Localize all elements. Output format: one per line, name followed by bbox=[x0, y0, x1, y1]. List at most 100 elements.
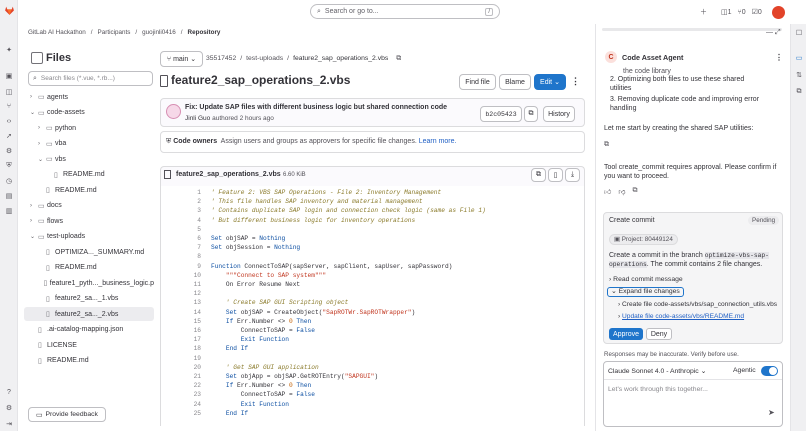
minimize-icon[interactable]: — bbox=[766, 29, 773, 36]
file-change-item[interactable]: › Create file code-assets/vbs/sap_connec… bbox=[618, 300, 782, 309]
monitor-icon[interactable]: ◷ bbox=[3, 175, 15, 187]
tree-file[interactable]: ▯ README.md bbox=[24, 261, 154, 275]
breadcrumb-group[interactable]: GitLab AI Hackathon bbox=[28, 29, 86, 39]
issues-counter[interactable]: ◫1 bbox=[721, 8, 732, 16]
issues-icon[interactable]: ◫ bbox=[3, 86, 15, 98]
line-number[interactable]: 14 bbox=[161, 308, 201, 317]
search-bar[interactable]: ⌕ Search or go to... / bbox=[310, 4, 500, 19]
pin-icon[interactable]: ✦ bbox=[3, 44, 15, 56]
tree-file[interactable]: ▯ feature2_sa..._2.vbs bbox=[24, 307, 154, 321]
more-actions-icon[interactable]: ⋮ bbox=[775, 53, 783, 62]
file-change-item[interactable]: › Update file code-assets/vbs/README.md bbox=[618, 312, 744, 321]
tree-folder[interactable]: ⌄ ▭ vbs bbox=[24, 152, 154, 166]
analytics-icon[interactable]: ▤ bbox=[3, 190, 15, 202]
tree-file[interactable]: ▯ README.md bbox=[24, 183, 154, 197]
line-number[interactable]: 7 bbox=[161, 243, 201, 252]
tree-file[interactable]: ▯ .ai-catalog-mapping.json bbox=[24, 323, 154, 337]
line-number[interactable]: 21 bbox=[161, 372, 201, 381]
chat-icon[interactable]: ▭ bbox=[793, 52, 805, 64]
line-number[interactable]: 19 bbox=[161, 354, 201, 363]
file-filter-input[interactable]: ⌕ Search files (*.vue, *.rb...) bbox=[28, 71, 153, 86]
suggestions-icon[interactable]: ⧉ bbox=[793, 86, 805, 98]
deploy-icon[interactable]: ⚙ bbox=[3, 145, 15, 157]
breadcrumb-project[interactable]: guojinli0416 bbox=[142, 29, 176, 39]
model-selector[interactable]: Claude Sonnet 4.0 - Anthropic ⌄ bbox=[608, 367, 706, 375]
provide-feedback-button[interactable]: ▭ Provide feedback bbox=[28, 407, 106, 422]
line-number[interactable]: 4 bbox=[161, 216, 201, 225]
line-number[interactable]: 10 bbox=[161, 271, 201, 280]
deny-button[interactable]: Deny bbox=[646, 328, 672, 340]
tree-folder[interactable]: › ▭ python bbox=[24, 121, 154, 135]
blame-button[interactable]: Blame bbox=[499, 74, 531, 90]
more-actions-icon[interactable]: ⋮ bbox=[571, 76, 580, 87]
gitlab-logo-icon[interactable] bbox=[3, 4, 15, 16]
thumbs-up-icon[interactable]: 👍︎ bbox=[604, 187, 611, 196]
chart-icon[interactable]: ▥ bbox=[3, 205, 15, 217]
help-icon[interactable]: ? bbox=[3, 386, 15, 398]
branch-selector[interactable]: ⑂ main ⌄ bbox=[160, 51, 203, 67]
file-change-link[interactable]: Update file code-assets/vbs/README.md bbox=[622, 313, 744, 320]
shield-icon[interactable]: ⛨ bbox=[3, 160, 15, 172]
line-number[interactable]: 13 bbox=[161, 298, 201, 307]
settings-icon[interactable]: ⚙ bbox=[3, 402, 15, 414]
line-number[interactable]: 16 bbox=[161, 326, 201, 335]
thumbs-down-icon[interactable]: 👎︎ bbox=[618, 187, 625, 196]
collapse-icon[interactable]: ⇥ bbox=[3, 418, 15, 430]
line-number[interactable]: 11 bbox=[161, 280, 201, 289]
read-commit-message-toggle[interactable]: › Read commit message bbox=[609, 275, 683, 284]
line-number[interactable]: 5 bbox=[161, 225, 201, 234]
tree-folder[interactable]: › ▭ agents bbox=[24, 90, 154, 104]
learn-more-link[interactable]: Learn more. bbox=[419, 138, 457, 145]
line-number[interactable]: 8 bbox=[161, 252, 201, 261]
line-number[interactable]: 22 bbox=[161, 381, 201, 390]
line-number[interactable]: 23 bbox=[161, 390, 201, 399]
line-number[interactable]: 9 bbox=[161, 262, 201, 271]
send-icon[interactable]: ➤ bbox=[768, 408, 775, 417]
tree-folder[interactable]: › ▭ flows bbox=[24, 214, 154, 228]
tree-file[interactable]: ▯ README.md bbox=[24, 168, 154, 182]
copy-path-icon[interactable]: ⧉ bbox=[396, 55, 401, 63]
line-number[interactable]: 6 bbox=[161, 234, 201, 243]
edit-button[interactable]: Edit ⌄ bbox=[534, 74, 566, 90]
expand-file-changes-toggle[interactable]: ⌄ Expand file changes bbox=[607, 287, 684, 297]
tree-folder[interactable]: ⌄ ▭ code-assets bbox=[24, 106, 154, 120]
line-number[interactable]: 20 bbox=[161, 363, 201, 372]
tree-file[interactable]: ▯ OPTIMIZA..._SUMMARY.md bbox=[24, 245, 154, 259]
author-avatar[interactable] bbox=[166, 104, 181, 119]
line-number[interactable]: 12 bbox=[161, 289, 201, 298]
commit-sha[interactable]: b2c05423 bbox=[480, 106, 522, 122]
path-project-id[interactable]: 35517452 bbox=[206, 55, 236, 63]
breadcrumb-repository[interactable]: Repository bbox=[188, 29, 221, 39]
history-button[interactable]: History bbox=[543, 106, 575, 122]
path-folder[interactable]: test-uploads bbox=[246, 55, 283, 63]
project-icon[interactable]: ▣ bbox=[3, 70, 15, 82]
agentic-toggle[interactable] bbox=[761, 366, 778, 376]
code-icon[interactable]: ‹› bbox=[3, 115, 15, 127]
tree-file[interactable]: ▯ LICENSE bbox=[24, 338, 154, 352]
commit-title[interactable]: Fix: Update SAP files with different bus… bbox=[185, 104, 447, 111]
tree-folder[interactable]: › ▭ vba bbox=[24, 137, 154, 151]
copy-sha-icon[interactable]: ⧉ bbox=[524, 106, 538, 122]
avatar[interactable] bbox=[771, 5, 785, 19]
line-number[interactable]: 1 bbox=[161, 188, 201, 197]
breadcrumb-participants[interactable]: Participants bbox=[98, 29, 131, 39]
find-file-button[interactable]: Find file bbox=[459, 74, 496, 90]
tree-file[interactable]: ▯ feature2_sa..._1.vbs bbox=[24, 292, 154, 306]
copy-icon[interactable]: ⧉ bbox=[604, 141, 609, 149]
checklist-icon[interactable]: ☐ bbox=[793, 27, 805, 39]
tree-folder[interactable]: › ▭ docs bbox=[24, 199, 154, 213]
line-number[interactable]: 2 bbox=[161, 197, 201, 206]
expand-icon[interactable]: ⤢ bbox=[775, 29, 781, 37]
sessions-icon[interactable]: ⇅ bbox=[793, 69, 805, 81]
tree-file[interactable]: ▯ README.md bbox=[24, 354, 154, 368]
todos-counter[interactable]: ☑0 bbox=[752, 8, 762, 16]
line-number[interactable]: 18 bbox=[161, 344, 201, 353]
tree-folder[interactable]: ⌄ ▭ test-uploads bbox=[24, 230, 154, 244]
plus-icon[interactable]: ＋ bbox=[700, 7, 707, 17]
merge-icon[interactable]: ⑂ bbox=[3, 100, 15, 112]
approve-button[interactable]: Approve bbox=[609, 328, 643, 340]
tree-file[interactable]: ▯ feature1_pyth..._business_logic.p bbox=[24, 276, 155, 290]
download-icon[interactable]: ⤓ bbox=[565, 168, 580, 182]
copy-contents-icon[interactable]: ⧉ bbox=[531, 168, 546, 182]
toggle-tree-icon[interactable] bbox=[31, 52, 43, 64]
